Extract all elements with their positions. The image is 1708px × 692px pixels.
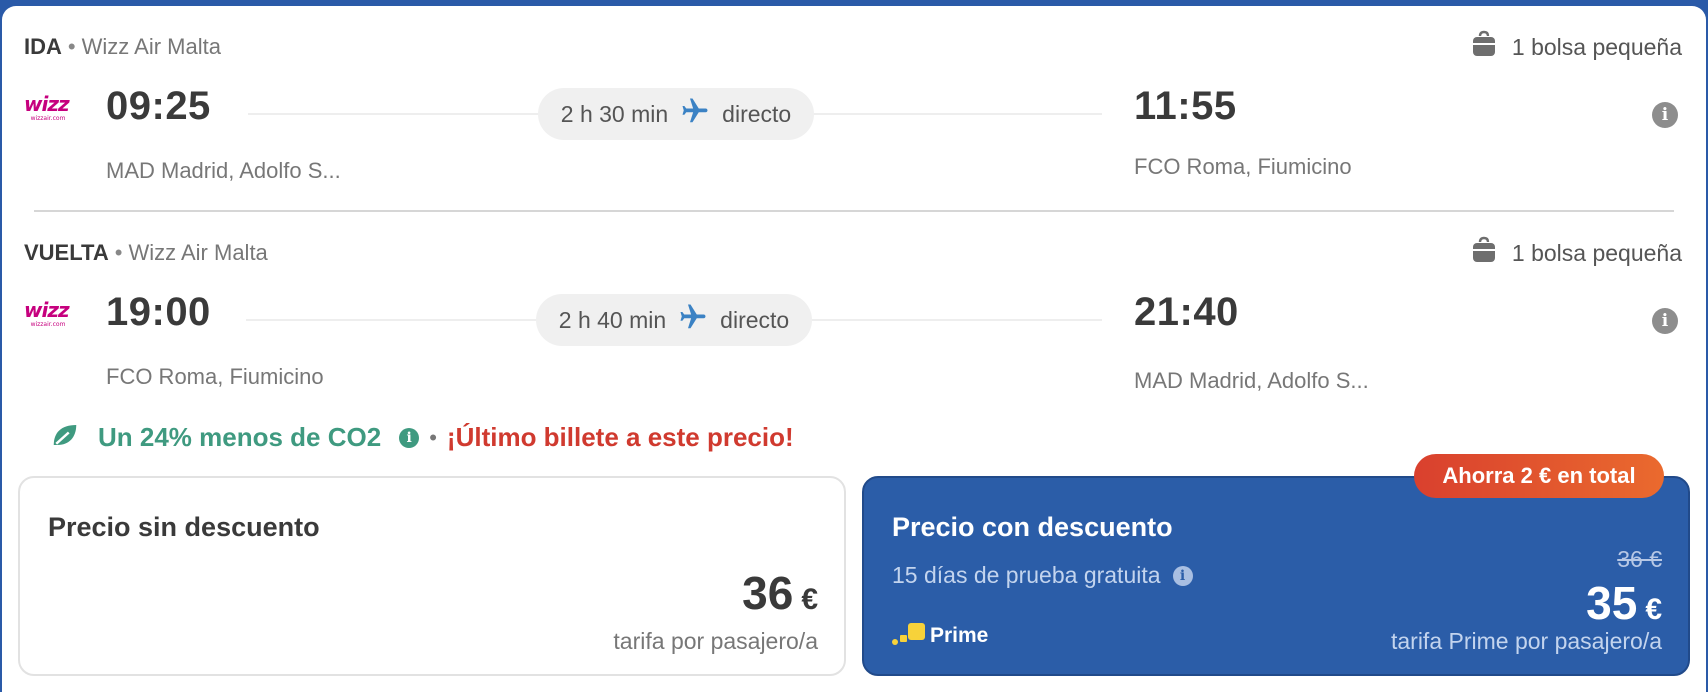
plane-icon	[680, 96, 710, 132]
outbound-baggage-label: 1 bolsa pequeña	[1511, 33, 1682, 60]
leaf-icon	[50, 420, 80, 455]
return-header: VUELTA • Wizz Air Malta	[24, 240, 268, 266]
bag-icon	[1470, 236, 1498, 270]
eco-alert-row: Un 24% menos de CO2 i • ¡Último billete …	[50, 420, 794, 455]
regular-price-value: 36	[742, 567, 794, 619]
last-ticket-text: ¡Último billete a este precio!	[446, 422, 794, 452]
savings-badge: Ahorra 2 € en total	[1414, 454, 1664, 498]
regular-price-note: tarifa por pasajero/a	[613, 628, 818, 654]
wizz-logo-sub: wizzair.com	[30, 321, 66, 328]
outbound-label: IDA	[24, 34, 62, 59]
return-baggage: 1 bolsa pequeña	[1470, 236, 1682, 270]
separator-dot: •	[429, 424, 437, 450]
regular-price-amount: 36 €	[742, 566, 818, 620]
return-destination: MAD Madrid, Adolfo S...	[1134, 368, 1369, 393]
outbound-departure-time: 09:25	[106, 84, 211, 128]
prime-trial-text: 15 días de prueba gratuita	[892, 562, 1161, 588]
wizz-logo-sub: wizzair.com	[30, 115, 66, 122]
separator-dot: •	[67, 34, 76, 59]
return-label: VUELTA	[24, 240, 109, 265]
regular-price-currency: €	[801, 583, 818, 616]
prime-old-price: 36 €	[1617, 546, 1662, 572]
prime-trial-row: 15 días de prueba gratuita i	[892, 562, 1193, 589]
outbound-origin: MAD Madrid, Adolfo S...	[106, 158, 341, 183]
prime-price-title: Precio con descuento	[892, 512, 1173, 542]
plane-icon	[678, 302, 708, 338]
co2-text: Un 24% menos de CO2	[98, 422, 382, 452]
price-option-prime[interactable]: Precio con descuento 15 días de prueba g…	[862, 476, 1690, 676]
prime-price-note: tarifa Prime por pasajero/a	[1390, 628, 1662, 654]
prime-brand: Prime	[892, 620, 988, 651]
outbound-baggage: 1 bolsa pequeña	[1470, 30, 1682, 64]
prime-trial-info-icon[interactable]: i	[1172, 565, 1193, 586]
outbound-header: IDA • Wizz Air Malta	[24, 34, 221, 60]
outbound-info-icon[interactable]: i	[1652, 102, 1678, 128]
flight-result-card[interactable]: IDA • Wizz Air Malta 1 bolsa pequeña wizz …	[2, 6, 1706, 692]
bag-icon	[1470, 30, 1498, 64]
price-option-regular[interactable]: Precio sin descuento 36 € tarifa por pasa…	[18, 476, 846, 676]
wizz-logo-text: wizz	[24, 298, 70, 322]
return-duration-pill: 2 h 40 min directo	[536, 294, 812, 346]
prime-logo-icon	[892, 620, 926, 651]
separator-dot: •	[114, 240, 123, 265]
outbound-destination: FCO Roma, Fiumicino	[1134, 154, 1352, 179]
prime-brand-label: Prime	[930, 623, 989, 647]
return-duration: 2 h 40 min	[558, 306, 667, 333]
return-baggage-label: 1 bolsa pequeña	[1511, 239, 1682, 266]
co2-info-icon[interactable]: i	[399, 427, 420, 448]
return-airline: Wizz Air Malta	[128, 240, 268, 265]
wizz-logo-outbound: wizz wizzair.com	[24, 94, 72, 122]
outbound-duration: 2 h 30 min	[560, 100, 669, 127]
prime-price-currency: €	[1645, 593, 1662, 626]
prime-price-amount: 35 €	[1586, 576, 1662, 630]
wizz-logo-text: wizz	[24, 92, 70, 116]
wizz-logo-return: wizz wizzair.com	[24, 300, 72, 328]
outbound-arrival-time: 11:55	[1134, 84, 1237, 128]
regular-price-title: Precio sin descuento	[48, 512, 320, 542]
return-stops: directo	[720, 306, 790, 333]
prime-price-value: 35	[1586, 577, 1638, 629]
return-arrival-time: 21:40	[1134, 290, 1239, 334]
outbound-duration-pill: 2 h 30 min directo	[538, 88, 814, 140]
return-origin: FCO Roma, Fiumicino	[106, 364, 324, 389]
return-info-icon[interactable]: i	[1652, 308, 1678, 334]
outbound-stops: directo	[722, 100, 792, 127]
outbound-airline: Wizz Air Malta	[81, 34, 221, 59]
leg-divider	[34, 210, 1674, 212]
return-departure-time: 19:00	[106, 290, 211, 334]
